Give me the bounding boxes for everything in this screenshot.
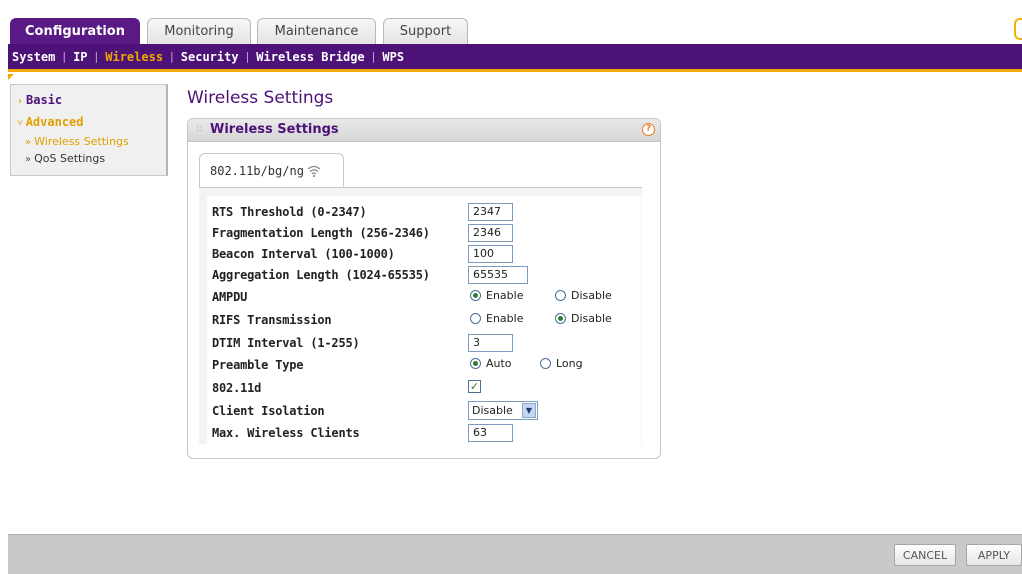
subnav-separator: | xyxy=(170,50,174,63)
cancel-button[interactable]: CANCEL xyxy=(894,544,956,566)
row-preamble-type: Preamble Type Auto Long xyxy=(212,355,642,375)
checkmark-icon: ✓ xyxy=(469,380,480,393)
preamble-auto-radio[interactable] xyxy=(470,358,481,369)
tab-80211-mode[interactable]: 802.11b/bg/ng xyxy=(199,153,344,187)
panel-title: Wireless Settings xyxy=(210,122,339,137)
row-max-wireless-clients: Max. Wireless Clients 63 xyxy=(212,423,642,443)
double-arrow-icon: » xyxy=(25,154,32,165)
subnav-wireless-bridge[interactable]: Wireless Bridge xyxy=(256,50,364,64)
radio-selected-dot xyxy=(473,361,478,366)
preamble-auto-label: Auto xyxy=(486,357,512,370)
preamble-type-label: Preamble Type xyxy=(212,358,304,372)
sub-navigation: System | IP | Wireless | Security | Wire… xyxy=(8,44,1022,72)
row-beacon-interval: Beacon Interval (100-1000) 100 xyxy=(212,244,642,264)
rifs-transmission-label: RIFS Transmission xyxy=(212,313,332,327)
menu-item-wireless-settings-label: Wireless Settings xyxy=(34,135,129,148)
wifi-icon xyxy=(307,165,321,177)
page-title: Wireless Settings xyxy=(187,88,334,108)
80211d-label: 802.11d xyxy=(212,381,262,395)
ampdu-label: AMPDU xyxy=(212,290,248,304)
radio-selected-dot xyxy=(558,316,563,321)
dtim-interval-label: DTIM Interval (1-255) xyxy=(212,336,360,350)
subnav-ip[interactable]: IP xyxy=(73,50,87,64)
chevron-down-icon: ˅ xyxy=(17,118,23,129)
ampdu-enable-option[interactable]: Enable xyxy=(470,289,523,302)
ampdu-enable-radio[interactable] xyxy=(470,290,481,301)
dtim-interval-input[interactable]: 3 xyxy=(468,334,513,352)
footer-bar: CANCEL APPLY xyxy=(8,534,1022,574)
apply-button[interactable]: APPLY xyxy=(966,544,1022,566)
menu-item-basic-label: Basic xyxy=(26,93,63,107)
ampdu-disable-radio[interactable] xyxy=(555,290,566,301)
menu-item-advanced-label: Advanced xyxy=(25,115,84,129)
ampdu-enable-label: Enable xyxy=(486,289,524,302)
beacon-interval-input[interactable]: 100 xyxy=(468,245,513,263)
menu-item-advanced[interactable]: ˅ Advanced xyxy=(17,115,84,129)
radio-selected-dot xyxy=(473,293,478,298)
row-client-isolation: Client Isolation Disable ▼ xyxy=(212,401,642,421)
client-isolation-select[interactable]: Disable ▼ xyxy=(468,401,538,420)
panel-header: :: Wireless Settings ? xyxy=(188,119,660,142)
preamble-long-option[interactable]: Long xyxy=(540,357,583,370)
client-isolation-label: Client Isolation xyxy=(212,404,325,418)
max-wireless-clients-label: Max. Wireless Clients xyxy=(212,426,360,440)
row-aggregation-length: Aggregation Length (1024-65535) 65535 xyxy=(212,265,642,285)
row-dtim-interval: DTIM Interval (1-255) 3 xyxy=(212,333,642,353)
tab-maintenance[interactable]: Maintenance xyxy=(257,18,376,44)
rifs-disable-option[interactable]: Disable xyxy=(555,312,612,325)
rts-threshold-label: RTS Threshold (0-2347) xyxy=(212,205,367,219)
ampdu-disable-label: Disable xyxy=(571,289,612,302)
mode-tab-label: 802.11b/bg/ng xyxy=(210,163,304,178)
page-left-margin xyxy=(0,0,8,574)
tab-monitoring[interactable]: Monitoring xyxy=(147,18,251,44)
top-tab-bar: Configuration Monitoring Maintenance Sup… xyxy=(8,0,1022,44)
ampdu-disable-option[interactable]: Disable xyxy=(555,289,612,302)
logout-widget-edge[interactable] xyxy=(1014,18,1022,40)
menu-item-qos-settings-label: QoS Settings xyxy=(34,152,106,165)
menu-item-qos-settings[interactable]: » QoS Settings xyxy=(25,152,105,165)
max-wireless-clients-input[interactable]: 63 xyxy=(468,424,513,442)
preamble-long-label: Long xyxy=(556,357,583,370)
beacon-interval-label: Beacon Interval (100-1000) xyxy=(212,247,395,261)
aggregation-length-label: Aggregation Length (1024-65535) xyxy=(212,268,430,282)
rifs-enable-option[interactable]: Enable xyxy=(470,312,523,325)
subnav-system[interactable]: System xyxy=(12,50,55,64)
row-fragmentation-length: Fragmentation Length (256-2346) 2346 xyxy=(212,223,642,243)
subnav-wps[interactable]: WPS xyxy=(382,50,404,64)
rifs-enable-radio[interactable] xyxy=(470,313,481,324)
subnav-security[interactable]: Security xyxy=(181,50,239,64)
menu-item-wireless-settings[interactable]: » Wireless Settings xyxy=(25,135,129,148)
tab-support[interactable]: Support xyxy=(383,18,468,44)
nav-corner-marker xyxy=(8,74,14,80)
grip-icon: :: xyxy=(196,123,203,134)
rifs-disable-radio[interactable] xyxy=(555,313,566,324)
80211d-checkbox[interactable]: ✓ xyxy=(468,380,481,393)
fragmentation-length-input[interactable]: 2346 xyxy=(468,224,513,242)
rifs-disable-label: Disable xyxy=(571,312,612,325)
left-menu: › Basic ˅ Advanced » Wireless Settings » QoS… xyxy=(10,84,168,176)
preamble-long-radio[interactable] xyxy=(540,358,551,369)
settings-form: RTS Threshold (0-2347) 2347 Fragmentatio… xyxy=(207,196,641,444)
rifs-enable-label: Enable xyxy=(486,312,524,325)
row-80211d: 802.11d ✓ xyxy=(212,378,642,398)
menu-item-basic[interactable]: › Basic xyxy=(17,93,62,107)
row-rts-threshold: RTS Threshold (0-2347) 2347 xyxy=(212,202,642,222)
subnav-separator: | xyxy=(62,50,67,63)
preamble-auto-option[interactable]: Auto xyxy=(470,357,512,370)
subnav-separator: | xyxy=(371,50,376,63)
arrow-right-icon: › xyxy=(17,96,24,107)
subnav-separator: | xyxy=(94,50,99,63)
chevron-down-icon[interactable]: ▼ xyxy=(522,403,536,418)
fragmentation-length-label: Fragmentation Length (256-2346) xyxy=(212,226,430,240)
subnav-separator: | xyxy=(245,50,250,63)
double-arrow-icon: » xyxy=(25,137,32,148)
client-isolation-value: Disable xyxy=(472,404,513,417)
row-rifs-transmission: RIFS Transmission Enable Disable xyxy=(212,310,642,330)
rts-threshold-input[interactable]: 2347 xyxy=(468,203,513,221)
help-icon[interactable]: ? xyxy=(642,123,655,136)
tab-configuration[interactable]: Configuration xyxy=(10,18,140,44)
aggregation-length-input[interactable]: 65535 xyxy=(468,266,528,284)
row-ampdu: AMPDU Enable Disable xyxy=(212,287,642,307)
subnav-wireless[interactable]: Wireless xyxy=(105,50,163,64)
